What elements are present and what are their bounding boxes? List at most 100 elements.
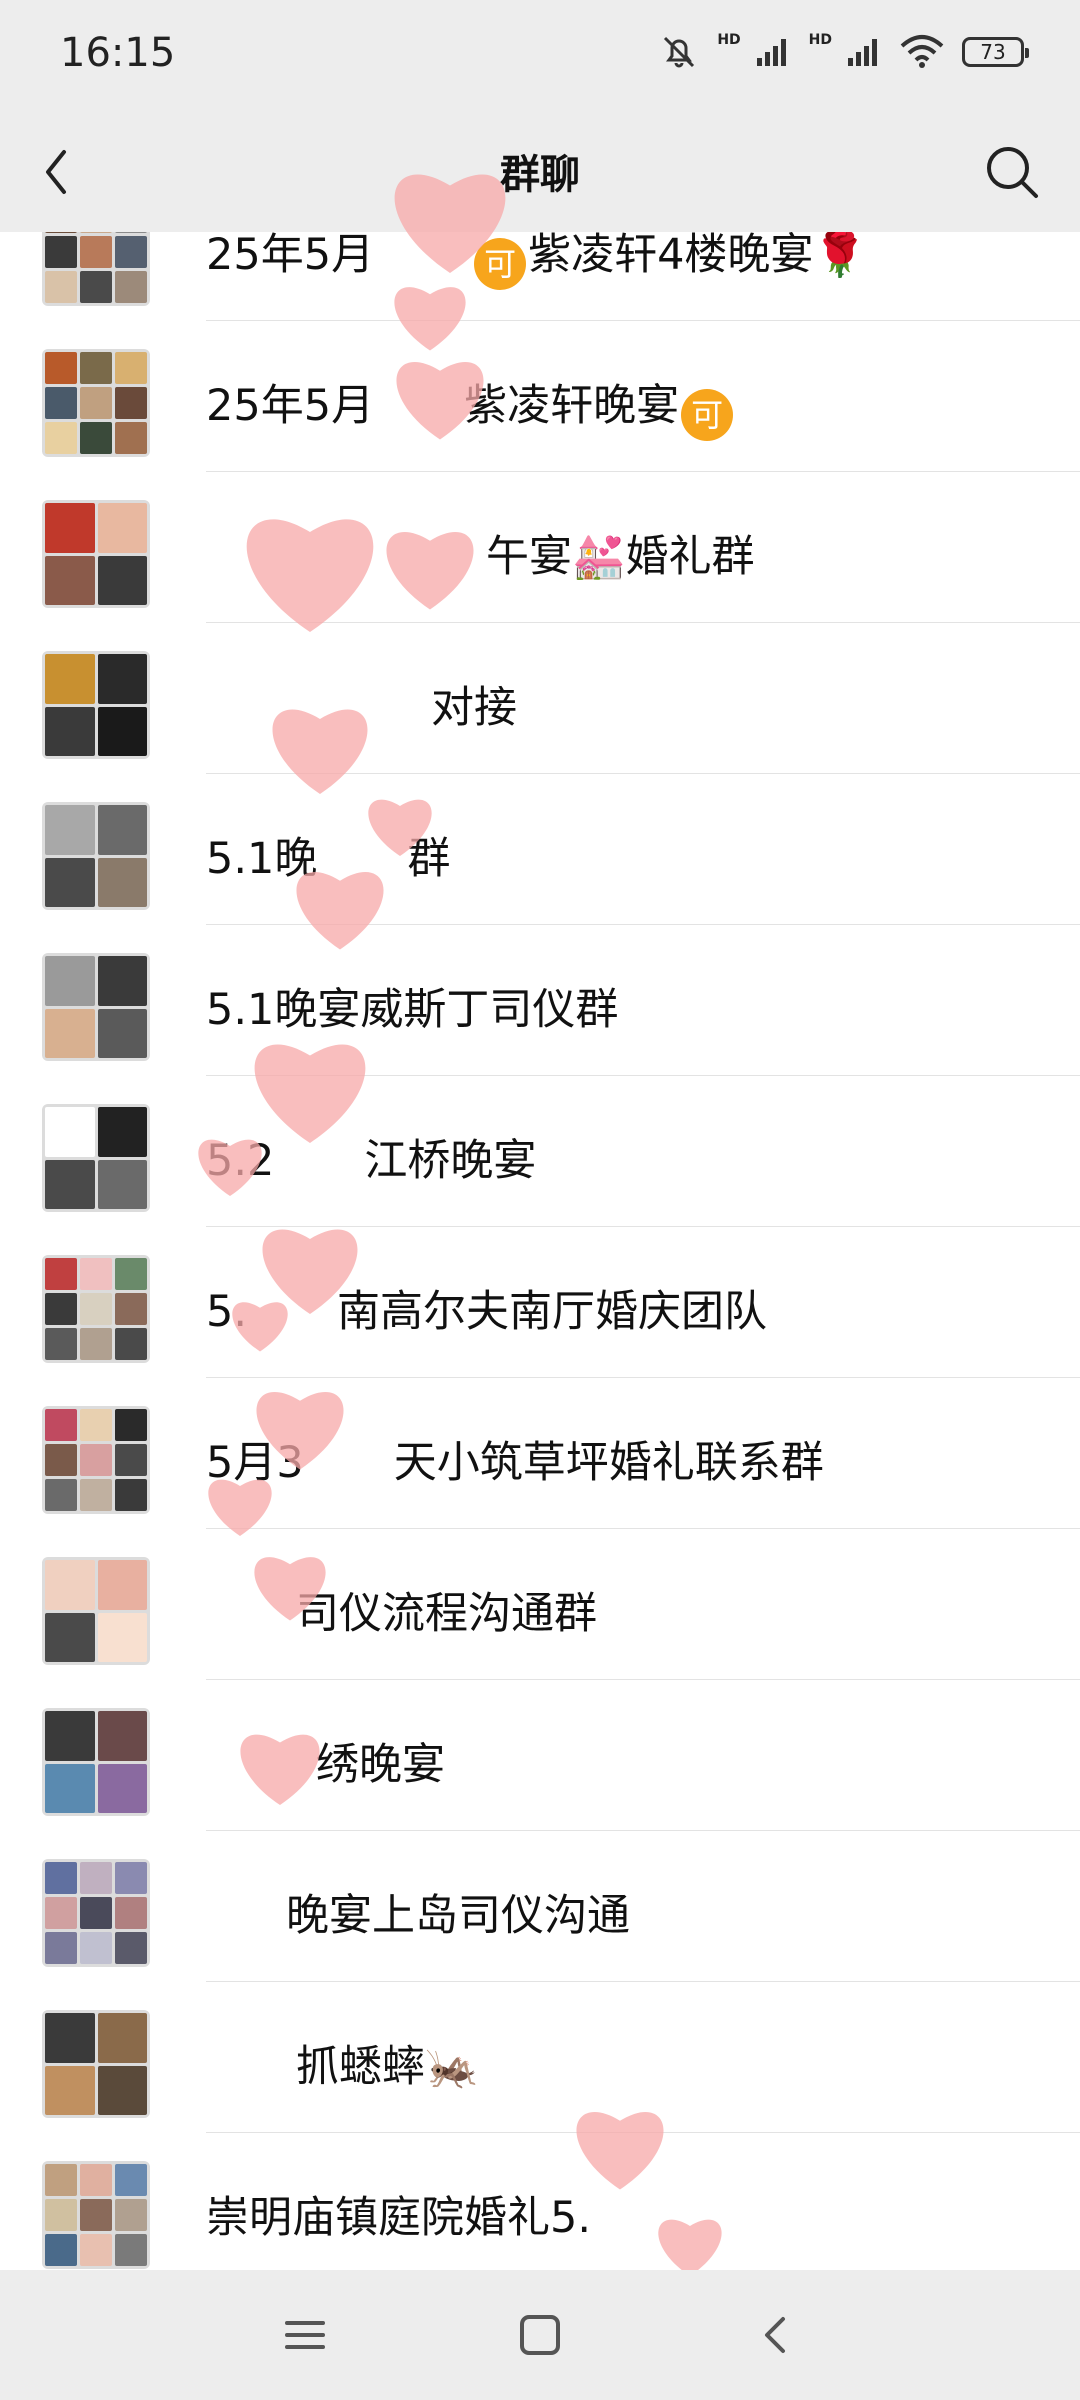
group-name: 绣晚宴 — [206, 1730, 445, 1792]
group-avatar — [42, 1255, 150, 1363]
system-nav-bar — [0, 2270, 1080, 2400]
avatar-tile — [45, 1560, 95, 1610]
avatar-tile — [80, 1293, 112, 1325]
group-name: 5.2 江桥晚宴 — [206, 1126, 536, 1188]
avatar-tile — [97, 956, 147, 1006]
group-avatar — [42, 1104, 150, 1212]
avatar-tile — [97, 1159, 147, 1209]
menu-icon[interactable] — [275, 2305, 335, 2365]
group-row[interactable]: 25年5月 紫凌轩晚宴可 — [0, 321, 1080, 472]
group-name: 崇明庙镇庭院婚礼5. — [206, 2183, 591, 2245]
group-name-part: 5月3 — [206, 1438, 304, 1488]
avatar-tile — [80, 1328, 112, 1360]
avatar-tile — [45, 956, 95, 1006]
avatar-tile — [97, 2065, 147, 2115]
avatar-tile — [80, 1479, 112, 1511]
group-row[interactable]: 对接 — [0, 623, 1080, 774]
group-row[interactable]: 绣晚宴 — [0, 1680, 1080, 1831]
search-icon[interactable] — [980, 140, 1044, 204]
avatar-tile — [80, 2234, 112, 2266]
group-avatar — [42, 500, 150, 608]
avatar-tile — [97, 1560, 147, 1610]
group-row[interactable]: 午宴💒婚礼群 — [0, 472, 1080, 623]
avatar-tile — [115, 2234, 147, 2266]
wifi-icon — [900, 35, 944, 68]
group-avatar — [42, 232, 150, 306]
avatar-tile — [80, 2164, 112, 2196]
group-name: 25年5月 可紫凌轩4楼晚宴🌹 — [206, 232, 867, 290]
avatar-tile — [97, 654, 147, 704]
group-row[interactable]: 5月3 天小筑草坪婚礼联系群 — [0, 1378, 1080, 1529]
group-row[interactable]: 5.2 江桥晚宴 — [0, 1076, 1080, 1227]
avatar-tile — [97, 706, 147, 756]
group-avatar — [42, 651, 150, 759]
avatar-tile — [45, 805, 95, 855]
group-row[interactable]: 抓蟋蟀🦗 — [0, 1982, 1080, 2133]
group-row[interactable]: 晚宴上岛司仪沟通 — [0, 1831, 1080, 1982]
square-home-icon[interactable] — [510, 2305, 570, 2365]
group-name: 午宴💒婚礼群 — [206, 522, 755, 584]
avatar-tile — [45, 2065, 95, 2115]
avatar-tile — [80, 1409, 112, 1441]
group-name-part: 25年5月 — [206, 381, 375, 431]
group-name-part: 江桥晚宴 — [364, 1136, 537, 1186]
avatar-tile — [80, 1444, 112, 1476]
group-row[interactable]: 司仪流程沟通群 — [0, 1529, 1080, 1680]
avatar-tile — [97, 1711, 147, 1761]
group-name: 5.1晚 群 — [206, 824, 450, 886]
group-avatar — [42, 1708, 150, 1816]
battery-level: 73 — [980, 40, 1006, 64]
avatar-tile — [45, 654, 95, 704]
group-name-part: 5.1晚 — [206, 834, 318, 884]
group-row[interactable]: 5.1晚 群 — [0, 774, 1080, 925]
avatar-tile — [45, 1612, 95, 1662]
group-name-part: 5.2 — [206, 1136, 275, 1186]
group-row[interactable]: 5.1晚宴威斯丁司仪群 — [0, 925, 1080, 1076]
avatar-tile — [80, 271, 112, 303]
avatar-tile — [80, 1897, 112, 1929]
group-name: 25年5月 紫凌轩晚宴可 — [206, 371, 735, 441]
hd-label-2: HD — [808, 32, 832, 48]
coin-badge-icon: 可 — [681, 389, 734, 441]
avatar-tile — [45, 1932, 77, 1964]
avatar-tile — [97, 1612, 147, 1662]
avatar-tile — [115, 1328, 147, 1360]
avatar-tile — [115, 2164, 147, 2196]
back-triangle-icon[interactable] — [745, 2305, 805, 2365]
group-name-part: 25年5月 — [206, 232, 375, 280]
group-name-part: 群 — [407, 834, 451, 884]
group-avatar — [42, 2161, 150, 2269]
avatar-tile — [97, 503, 147, 553]
page-title: 群聊 — [500, 152, 580, 198]
avatar-tile — [45, 1479, 77, 1511]
avatar-tile — [45, 1159, 95, 1209]
avatar-tile — [45, 1444, 77, 1476]
group-name-part: 南高尔夫南厅婚庆团队 — [337, 1287, 768, 1337]
avatar-tile — [115, 1444, 147, 1476]
avatar-tile — [97, 1107, 147, 1157]
avatar-tile — [97, 1008, 147, 1058]
avatar-tile — [45, 1328, 77, 1360]
avatar-tile — [80, 236, 112, 268]
avatar-tile — [80, 1932, 112, 1964]
group-name: 5月3 天小筑草坪婚礼联系群 — [206, 1428, 824, 1490]
group-avatar — [42, 1859, 150, 1967]
avatar-tile — [45, 706, 95, 756]
avatar-tile — [45, 422, 77, 454]
avatar-tile — [45, 1409, 77, 1441]
group-list[interactable]: 25年5月可紫凌轩4楼晚宴🌹 25年5月 紫凌轩晚宴可午宴💒婚礼群 对接 5.1晚群 5.… — [0, 232, 1080, 2270]
group-row[interactable]: 崇明庙镇庭院婚礼5. — [0, 2133, 1080, 2270]
group-avatar — [42, 802, 150, 910]
group-avatar — [42, 1406, 150, 1514]
group-row[interactable]: 25年5月 可紫凌轩4楼晚宴🌹 — [0, 232, 1080, 321]
avatar-tile — [115, 236, 147, 268]
avatar-tile — [80, 352, 112, 384]
avatar-tile — [45, 2199, 77, 2231]
avatar-tile — [45, 1107, 95, 1157]
avatar-tile — [45, 1897, 77, 1929]
avatar-tile — [115, 2199, 147, 2231]
avatar-tile — [45, 2234, 77, 2266]
avatar-tile — [97, 1763, 147, 1813]
status-time: 16:15 — [60, 30, 176, 76]
group-row[interactable]: 5. 南高尔夫南厅婚庆团队 — [0, 1227, 1080, 1378]
